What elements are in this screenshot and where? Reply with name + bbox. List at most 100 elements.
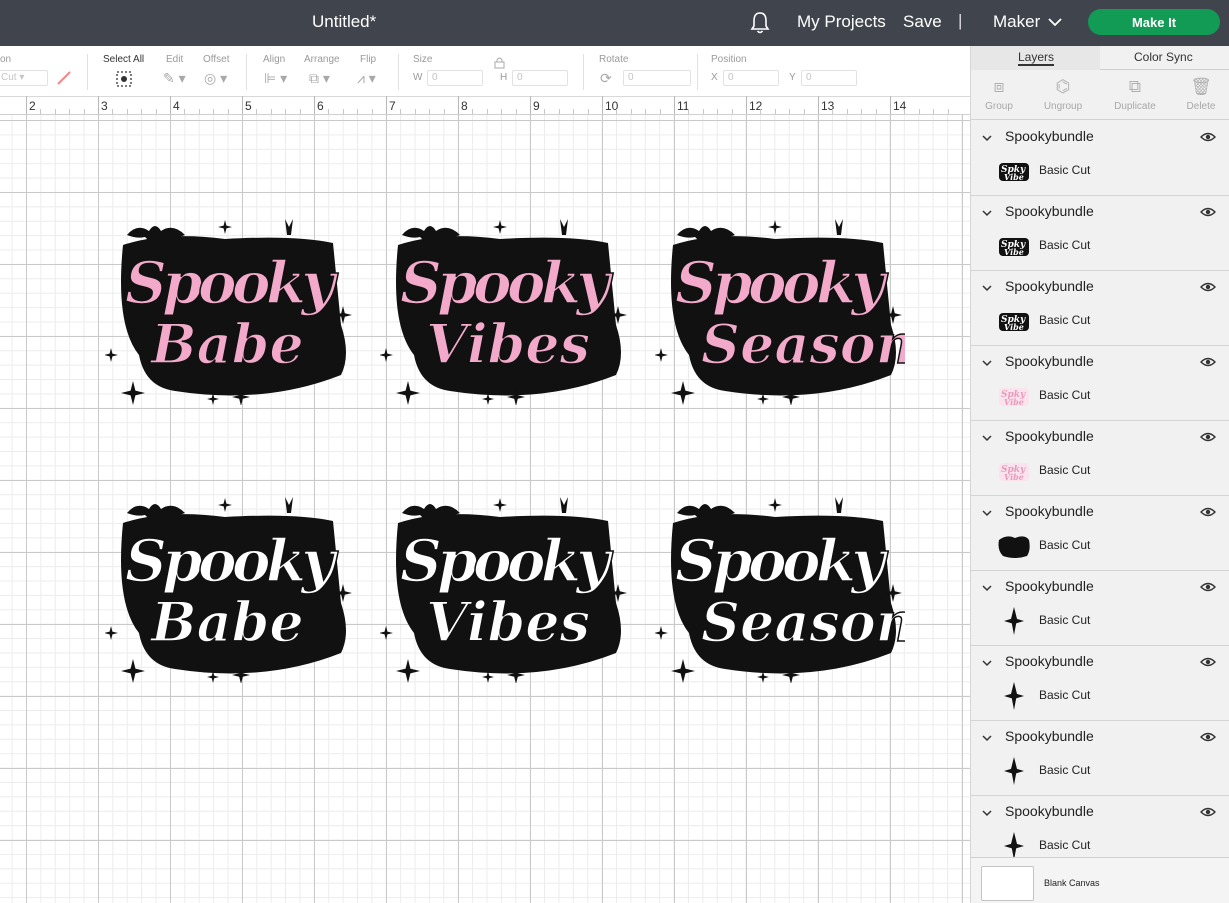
save-button[interactable]: Save [903, 12, 942, 32]
layer-name[interactable]: Spookybundle [1005, 578, 1094, 594]
chevron-down-icon[interactable] [981, 207, 993, 219]
layer-operation[interactable]: Basic Cut [1039, 388, 1090, 402]
duplicate-button[interactable]: ⧉ Duplicate [1105, 76, 1165, 112]
blank-canvas-row[interactable]: Blank Canvas [971, 857, 1229, 903]
design-spooky-season-pink[interactable]: Spooky Season [655, 205, 905, 405]
linetype-color-swatch-icon[interactable] [55, 69, 73, 87]
visibility-eye-icon[interactable] [1200, 130, 1216, 144]
chevron-down-icon[interactable] [981, 582, 993, 594]
visibility-eye-icon[interactable] [1200, 805, 1216, 819]
sparkle-icon [105, 348, 118, 362]
notification-bell-icon[interactable] [749, 11, 771, 35]
visibility-eye-icon[interactable] [1200, 205, 1216, 219]
svg-text:Vibe: Vibe [1004, 247, 1024, 257]
x-position-input[interactable]: 0 [723, 70, 779, 86]
rotate-input[interactable]: 0 [623, 70, 691, 86]
select-all-icon[interactable] [115, 70, 133, 88]
layer-item[interactable]: Spookybundle Spky Vibe Basic Cut [971, 346, 1229, 421]
chevron-down-icon[interactable] [981, 432, 993, 444]
rotate-icon[interactable]: ⟳ [600, 70, 612, 87]
edit-pencil-icon[interactable]: ✎ ▾ [163, 70, 186, 87]
arrange-icon[interactable]: ⧉ ▾ [309, 70, 330, 87]
layer-name[interactable]: Spookybundle [1005, 728, 1094, 744]
layer-item[interactable]: Spookybundle Basic Cut [971, 646, 1229, 721]
design-spooky-babe-white[interactable]: Spooky Babe [105, 483, 355, 683]
visibility-eye-icon[interactable] [1200, 580, 1216, 594]
layer-name[interactable]: Spookybundle [1005, 203, 1094, 219]
chevron-down-icon[interactable] [981, 357, 993, 369]
y-position-input[interactable]: 0 [801, 70, 857, 86]
layer-name[interactable]: Spookybundle [1005, 503, 1094, 519]
layer-operation[interactable]: Basic Cut [1039, 463, 1090, 477]
layer-item[interactable]: Spookybundle Spky Vibe Basic Cut [971, 196, 1229, 271]
layer-name[interactable]: Spookybundle [1005, 803, 1094, 819]
chevron-down-icon[interactable] [981, 507, 993, 519]
layer-name[interactable]: Spookybundle [1005, 353, 1094, 369]
ruler-tick [818, 96, 819, 114]
design-spooky-vibes-pink[interactable]: Spooky Vibes [380, 205, 630, 405]
layer-operation[interactable]: Basic Cut [1039, 313, 1090, 327]
chevron-down-icon[interactable] [981, 732, 993, 744]
visibility-eye-icon[interactable] [1200, 430, 1216, 444]
layer-item[interactable]: Spookybundle Basic Cut [971, 721, 1229, 796]
visibility-eye-icon[interactable] [1200, 505, 1216, 519]
design-line1-text: Spooky [675, 249, 889, 317]
layer-operation[interactable]: Basic Cut [1039, 613, 1090, 627]
project-title[interactable]: Untitled* [312, 12, 376, 32]
visibility-eye-icon[interactable] [1200, 730, 1216, 744]
delete-button[interactable]: 🗑 Delete [1171, 76, 1229, 112]
layer-name[interactable]: Spookybundle [1005, 278, 1094, 294]
make-it-button[interactable]: Make It [1088, 9, 1220, 35]
ruler-minor-tick [213, 109, 215, 114]
layer-operation[interactable]: Basic Cut [1039, 838, 1090, 852]
blank-canvas-swatch[interactable] [981, 866, 1034, 901]
lock-icon[interactable] [494, 56, 505, 69]
layers-panel: Layers Color Sync ⧈ Group ⌬ Ungroup ⧉ Du… [970, 46, 1229, 903]
flip-icon[interactable]: ⩘ ▾ [357, 70, 376, 87]
layer-name[interactable]: Spookybundle [1005, 428, 1094, 444]
design-spooky-vibes-white[interactable]: Spooky Vibes [380, 483, 630, 683]
layer-operation[interactable]: Basic Cut [1039, 688, 1090, 702]
my-projects-link[interactable]: My Projects [797, 12, 886, 32]
layer-item[interactable]: Spookybundle Spky Vibe Basic Cut [971, 271, 1229, 346]
layer-operation[interactable]: Basic Cut [1039, 163, 1090, 177]
layer-item[interactable]: Spookybundle Basic Cut [971, 571, 1229, 646]
visibility-eye-icon[interactable] [1200, 655, 1216, 669]
ungroup-button[interactable]: ⌬ Ungroup [1033, 76, 1093, 112]
offset-icon[interactable]: ◎ ▾ [204, 70, 227, 87]
width-input[interactable]: 0 [427, 70, 483, 86]
chevron-down-icon[interactable] [981, 657, 993, 669]
design-line2-text: Season [701, 590, 905, 654]
layer-name[interactable]: Spookybundle [1005, 653, 1094, 669]
align-icon[interactable]: ⊫ ▾ [264, 70, 287, 87]
group-button[interactable]: ⧈ Group [969, 76, 1029, 112]
design-spooky-babe-pink[interactable]: Spooky Babe [105, 205, 355, 405]
chevron-down-icon[interactable] [981, 132, 993, 144]
chevron-down-icon[interactable] [981, 282, 993, 294]
layer-operation[interactable]: Basic Cut [1039, 238, 1090, 252]
ruler-minor-tick [443, 109, 445, 114]
height-input[interactable]: 0 [512, 70, 568, 86]
tab-layers[interactable]: Layers [1018, 50, 1055, 66]
chevron-down-icon[interactable] [981, 807, 993, 819]
operation-select[interactable]: Cut ▾ [0, 70, 48, 86]
tab-color-sync[interactable]: Color Sync [1134, 50, 1193, 64]
ruler-minor-tick [616, 109, 618, 114]
layer-list[interactable]: Spookybundle Spky Vibe Basic Cut Spookybundl… [971, 121, 1229, 857]
y-label: Y [789, 72, 796, 83]
layer-operation[interactable]: Basic Cut [1039, 763, 1090, 777]
layer-item[interactable]: Spookybundle Basic Cut [971, 796, 1229, 857]
chevron-down-icon[interactable] [1047, 14, 1063, 30]
layer-item[interactable]: Spookybundle Spky Vibe Basic Cut [971, 421, 1229, 496]
machine-selector[interactable]: Maker [993, 12, 1040, 32]
design-thumbnail-icon: SpkyVibe [999, 463, 1029, 482]
design-canvas[interactable]: Spooky Babe Spooky Vibes Spooky Season Spooky B… [0, 115, 970, 903]
visibility-eye-icon[interactable] [1200, 355, 1216, 369]
position-label: Position [711, 54, 747, 65]
layer-item[interactable]: Spookybundle Basic Cut [971, 496, 1229, 571]
visibility-eye-icon[interactable] [1200, 280, 1216, 294]
layer-item[interactable]: Spookybundle Spky Vibe Basic Cut [971, 121, 1229, 196]
layer-operation[interactable]: Basic Cut [1039, 538, 1090, 552]
design-spooky-season-white[interactable]: Spooky Season [655, 483, 905, 683]
layer-name[interactable]: Spookybundle [1005, 128, 1094, 144]
